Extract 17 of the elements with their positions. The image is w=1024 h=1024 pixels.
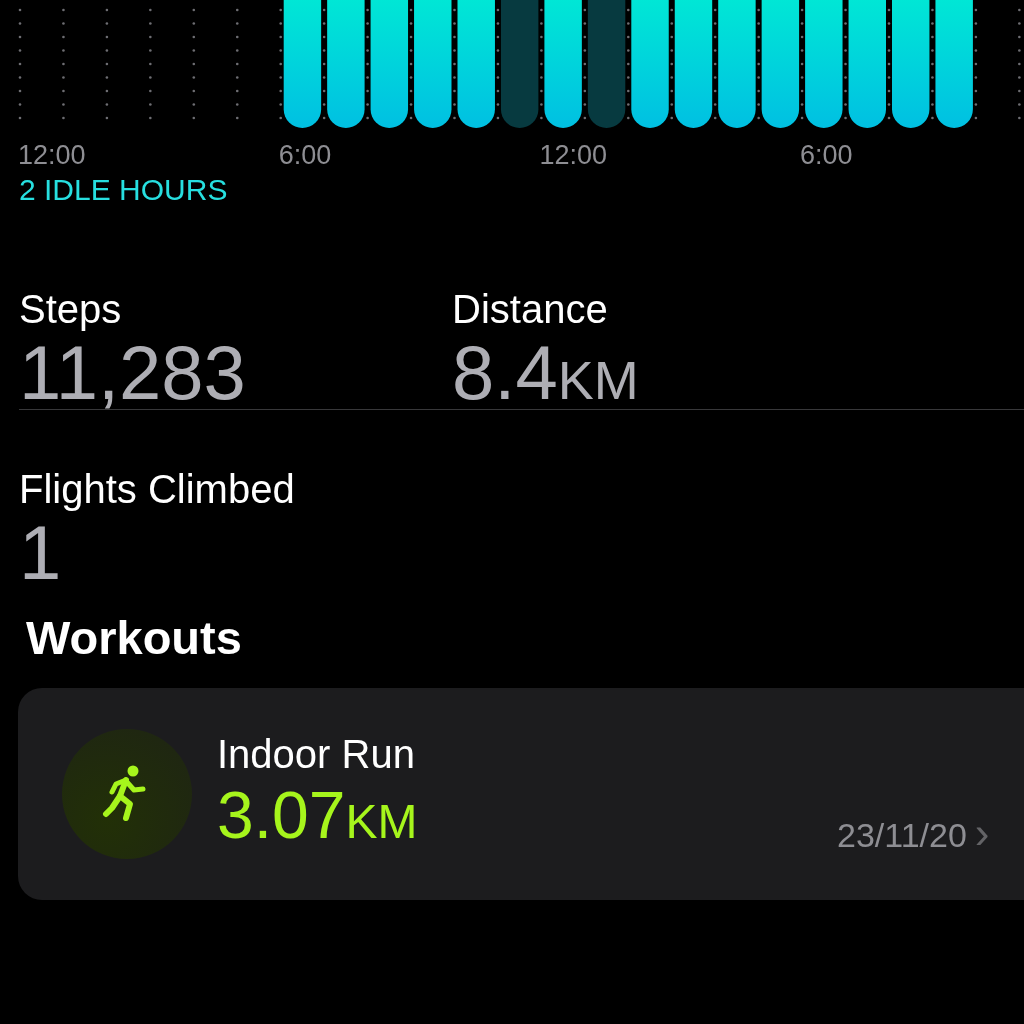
axis-label: 6:00 xyxy=(800,139,853,172)
workout-distance: 3.07KM xyxy=(217,777,419,854)
axis-label: 12:00 xyxy=(539,139,607,172)
stat-label: Distance xyxy=(452,286,609,332)
chevron-icon: › xyxy=(974,808,990,858)
workout-name: Indoor Run xyxy=(217,730,416,778)
stat-label: Flights Climbed xyxy=(19,466,296,512)
stat-value: 1 xyxy=(19,512,62,594)
idle-hours-summary: 2 IDLE HOURS xyxy=(18,172,229,208)
section-title: Workouts xyxy=(25,610,243,666)
axis-label: 6:00 xyxy=(278,139,332,172)
stat-label: Steps xyxy=(19,286,123,332)
stat-value: 11,283 xyxy=(19,332,247,414)
workout-card[interactable]: Indoor Run 3.07KM 23/11/20 › xyxy=(18,688,1024,900)
workout-date: 23/11/20 xyxy=(837,816,967,855)
axis-label: 12:00 xyxy=(18,139,86,172)
stat-value: 8.4KM xyxy=(452,332,640,417)
